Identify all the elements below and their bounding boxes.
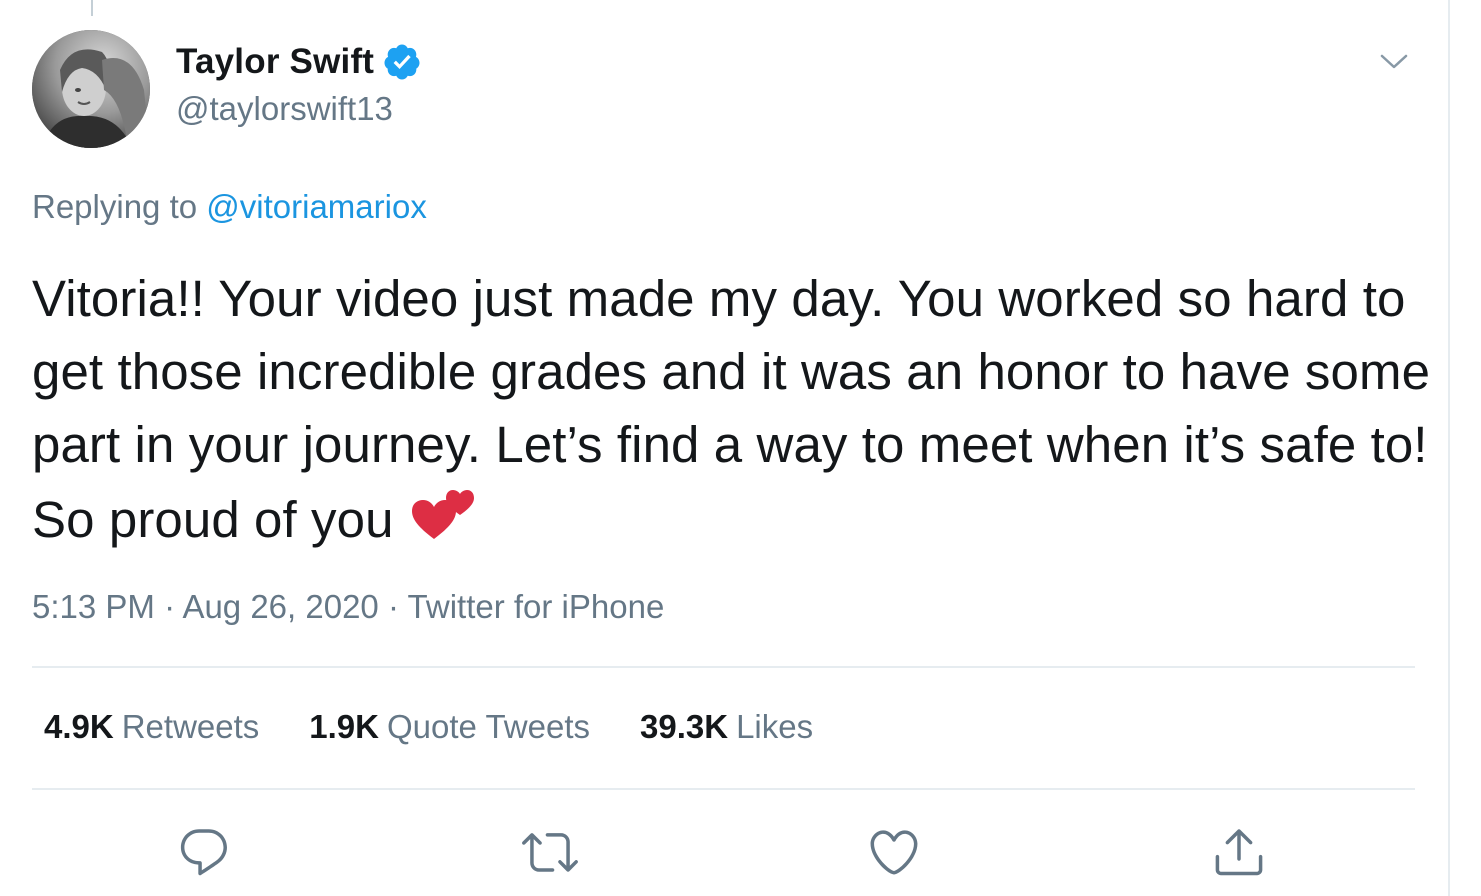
divider [32, 788, 1415, 790]
tweet-time[interactable]: 5:13 PM [32, 588, 155, 625]
tweet-text: Vitoria!! Your video just made my day. Y… [32, 262, 1432, 556]
avatar[interactable] [32, 30, 150, 148]
thread-connector-line [91, 0, 93, 16]
reply-icon[interactable] [176, 824, 232, 880]
quote-tweets-stat[interactable]: 1.9K Quote Tweets [309, 708, 590, 746]
author-handle[interactable]: @taylorswift13 [176, 90, 393, 128]
retweet-icon[interactable] [522, 824, 578, 880]
likes-label: Likes [736, 708, 814, 745]
likes-stat[interactable]: 39.3K Likes [640, 708, 813, 746]
tweet-detail: Taylor Swift @taylorswift13 Replying to … [0, 0, 1481, 896]
verified-badge-icon [384, 44, 420, 80]
author-name-row[interactable]: Taylor Swift [176, 42, 422, 82]
retweets-stat[interactable]: 4.9K Retweets [44, 708, 259, 746]
two-hearts-icon [411, 490, 474, 539]
tweet-body: Vitoria!! Your video just made my day. Y… [32, 270, 1431, 548]
replying-to-label: Replying to [32, 188, 198, 225]
profile-photo [32, 30, 150, 148]
replying-to: Replying to @vitoriamariox [32, 188, 427, 226]
author-display-name[interactable]: Taylor Swift [176, 42, 374, 82]
share-icon[interactable] [1211, 824, 1267, 880]
retweets-label: Retweets [121, 708, 260, 745]
chevron-down-icon[interactable] [1374, 44, 1414, 78]
reply-mention-link[interactable]: @vitoriamariox [206, 188, 427, 225]
tweet-source-link[interactable]: Twitter for iPhone [408, 588, 665, 625]
retweets-count: 4.9K [44, 708, 114, 745]
likes-count: 39.3K [640, 708, 729, 745]
quote-tweets-label: Quote Tweets [387, 708, 591, 745]
tweet-meta: 5:13 PM · Aug 26, 2020 · Twitter for iPh… [32, 588, 664, 626]
column-border [1448, 0, 1450, 896]
meta-separator: · [387, 588, 399, 625]
quote-tweets-count: 1.9K [309, 708, 379, 745]
like-icon[interactable] [866, 824, 922, 880]
divider [32, 666, 1415, 668]
tweet-date[interactable]: Aug 26, 2020 [182, 588, 378, 625]
meta-separator: · [164, 588, 176, 625]
tweet-stats: 4.9K Retweets 1.9K Quote Tweets 39.3K Likes [44, 708, 813, 746]
